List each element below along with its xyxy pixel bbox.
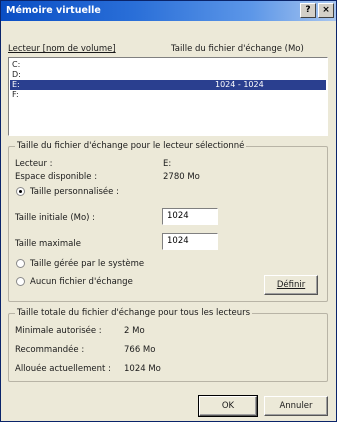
system-managed-radio[interactable] [16,259,25,268]
define-button-label: Définir [276,280,306,290]
allocated-label: Allouée actuellement : [15,364,111,374]
drive-list-item[interactable]: C: [10,60,326,70]
free-space-value: 2780 Mo [163,172,200,182]
drive-letter: C: [12,60,21,69]
min-allowed-value: 2 Mo [124,326,145,336]
help-button[interactable]: ? [300,3,316,18]
close-button[interactable]: × [318,3,334,18]
drive-pagefile-size: 1024 - 1024 [215,80,264,89]
min-allowed-label: Minimale autorisée : [15,326,102,336]
drive-letter: F: [12,90,19,99]
max-size-label: Taille maximale [15,239,81,249]
total-pagefile-group-title: Taille totale du fichier d'échange pour … [15,308,253,318]
recommended-value: 766 Mo [124,345,156,355]
drive-list-item[interactable]: F: [10,90,326,100]
system-managed-label[interactable]: Taille gérée par le système [30,259,144,269]
no-pagefile-radio[interactable] [16,277,25,286]
selected-drive-group-title: Taille du fichier d'échange pour le lect… [15,141,247,151]
recommended-label: Recommandée : [15,345,85,355]
initial-size-input[interactable]: 1024 [162,208,218,225]
title-bar[interactable]: Mémoire virtuelle ? × [1,1,336,21]
window-title: Mémoire virtuelle [6,5,101,16]
drive-letter: D: [12,70,21,79]
ok-button[interactable]: OK [198,395,258,417]
drive-list-item-selected[interactable]: E: 1024 - 1024 [10,80,326,90]
define-button[interactable]: Définir [264,275,318,295]
initial-size-label: Taille initiale (Mo) : [15,213,96,223]
drive-list[interactable]: C: D: E: 1024 - 1024 F: [8,57,328,136]
allocated-value: 1024 Mo [124,364,161,374]
drive-list-item[interactable]: D: [10,70,326,80]
cancel-button[interactable]: Annuler [264,396,328,416]
no-pagefile-label[interactable]: Aucun fichier d'échange [30,277,133,287]
drive-value: E: [163,159,172,169]
list-header-drive: Lecteur [nom de volume] [8,44,116,54]
max-size-input[interactable]: 1024 [162,233,218,250]
virtual-memory-dialog: Mémoire virtuelle ? × Lecteur [nom de vo… [0,0,337,422]
title-bar-buttons: ? × [300,3,334,19]
list-header-size: Taille du fichier d'échange (Mo) [171,44,304,54]
drive-letter: E: [12,80,20,89]
custom-size-radio[interactable] [16,187,25,196]
free-space-label: Espace disponible : [15,172,98,182]
custom-size-label[interactable]: Taille personnalisée : [30,187,119,197]
drive-label: Lecteur : [15,159,53,169]
